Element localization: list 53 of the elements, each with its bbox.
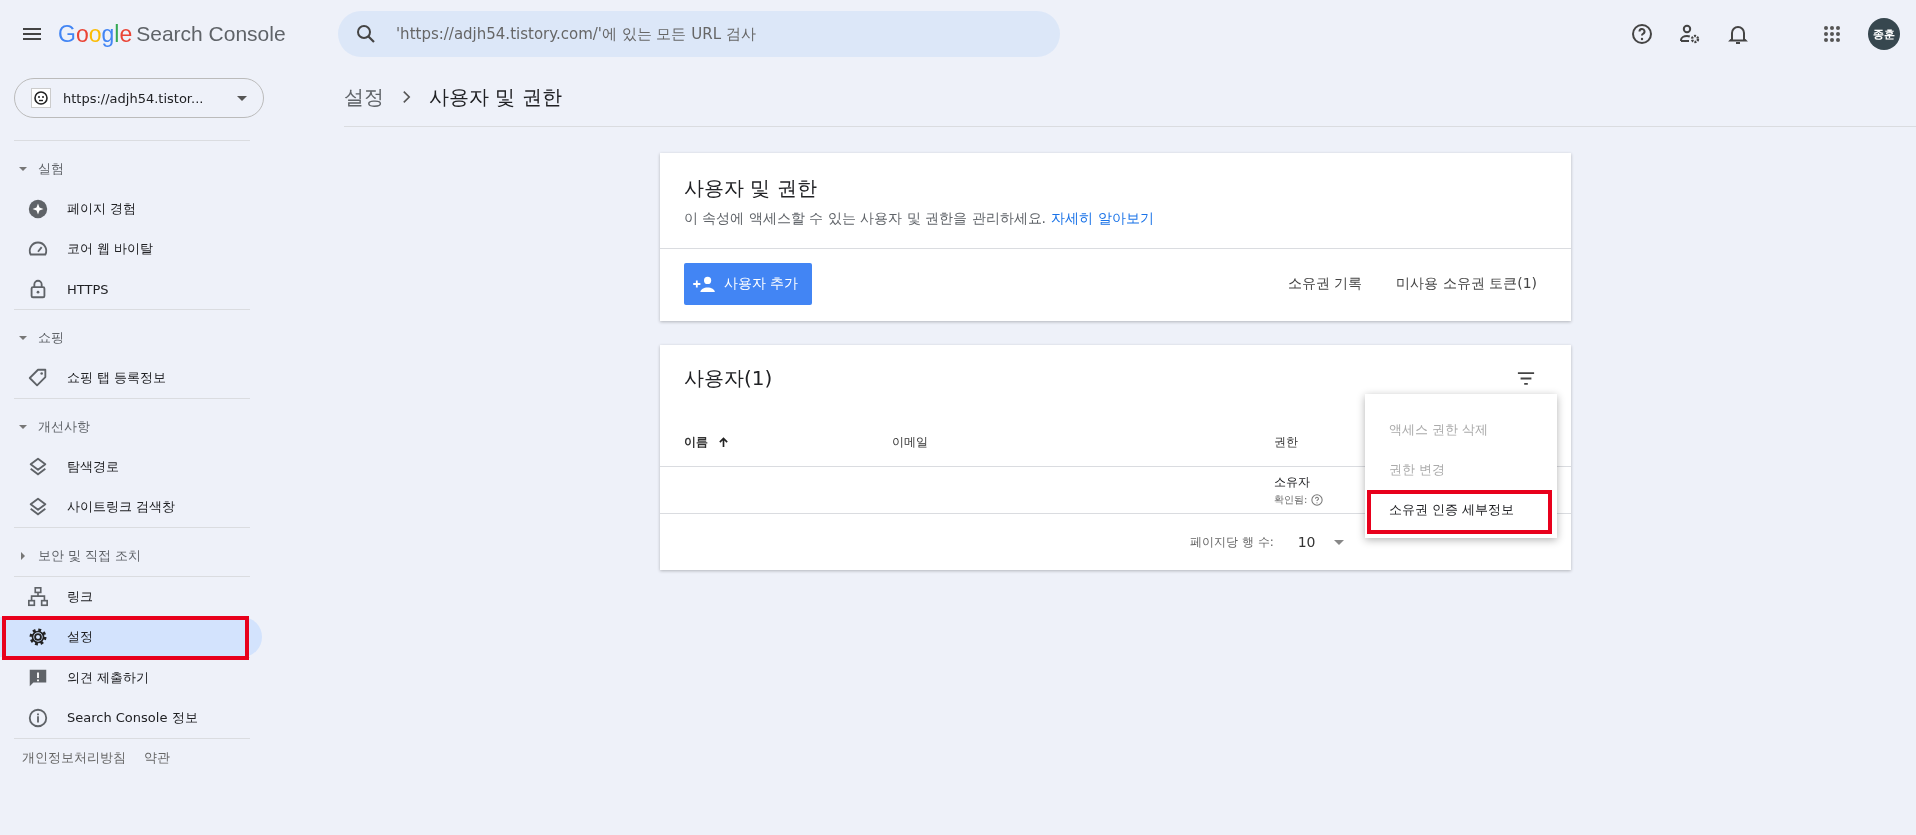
info-icon	[27, 707, 49, 729]
card-description: 이 속성에 액세스할 수 있는 사용자 및 권한을 관리하세요.	[684, 210, 1047, 226]
add-user-button[interactable]: 사용자 추가	[684, 263, 813, 305]
site-icon	[31, 88, 51, 108]
logo[interactable]: Google	[58, 20, 133, 48]
avatar[interactable]: 종훈	[1868, 18, 1900, 50]
sort-arrow-icon	[718, 436, 729, 448]
section-header[interactable]: 보안 및 직접 조치	[0, 528, 262, 576]
nav-item[interactable]: Search Console 정보	[0, 698, 262, 738]
breadcrumb-item: 사용자 및 권한	[429, 83, 562, 111]
card-title: 사용자(1)	[684, 365, 773, 392]
nav-item[interactable]: 탐색경로	[0, 447, 262, 487]
settings-icon	[27, 626, 49, 648]
layers-icon	[27, 496, 49, 518]
section-header[interactable]: 개선사항	[0, 399, 262, 447]
dropdown-caret-icon	[237, 95, 247, 101]
chevron-right-icon	[402, 90, 411, 104]
nav-item[interactable]: 쇼핑 탭 등록정보	[0, 358, 262, 398]
help-icon[interactable]	[1311, 493, 1324, 506]
breadcrumb-item[interactable]: 설정	[344, 83, 384, 111]
text-link[interactable]: 소유권 기록	[1287, 275, 1363, 293]
nav-item[interactable]: 링크	[0, 577, 262, 617]
tag-icon	[27, 367, 49, 389]
nav-item[interactable]: HTTPS	[0, 269, 262, 309]
column-header[interactable]: 이메일	[892, 433, 1274, 451]
layers-icon	[27, 456, 49, 478]
nav-item[interactable]: 설정	[0, 617, 262, 657]
nav-item[interactable]: 사이트링크 검색창	[0, 487, 262, 527]
filter-icon[interactable]	[1517, 372, 1535, 385]
user-settings-icon[interactable]	[1678, 22, 1702, 46]
column-header[interactable]: 이름	[684, 433, 892, 451]
section-header[interactable]: 쇼핑	[0, 310, 262, 358]
nav-item[interactable]: 코어 웹 바이탈	[0, 229, 262, 269]
section-header[interactable]: 실험	[0, 141, 262, 189]
sparkle-icon	[27, 198, 49, 220]
table-cell: 소유자	[1274, 473, 1310, 491]
footer-link[interactable]: 개인정보처리방침	[22, 749, 126, 767]
nav-item[interactable]: 페이지 경험	[0, 189, 262, 229]
footer-link[interactable]: 약관	[144, 749, 170, 767]
card-title: 사용자 및 권한	[684, 175, 818, 202]
text-link[interactable]: 미사용 소유권 토큰(1)	[1396, 275, 1537, 293]
help-icon[interactable]	[1630, 22, 1654, 46]
search-field[interactable]: 'https://adjh54.tistory.com/'에 있는 모든 URL 검사	[338, 11, 1060, 57]
product-name: Search Console	[136, 22, 286, 46]
status-text: 확인됨:	[1274, 492, 1308, 507]
nav-item[interactable]: 의견 제출하기	[0, 658, 262, 698]
learn-more-link[interactable]: 자세히 알아보기	[1051, 210, 1154, 226]
menu-item[interactable]: 소유권 인증 세부정보	[1365, 490, 1557, 530]
add-person-icon	[692, 275, 716, 293]
rows-per-page-label: 페이지당 행 수:	[1190, 533, 1274, 551]
rows-per-page-select[interactable]: 10	[1297, 534, 1344, 550]
dropdown-caret-icon	[1333, 539, 1344, 545]
network-icon	[27, 586, 49, 608]
